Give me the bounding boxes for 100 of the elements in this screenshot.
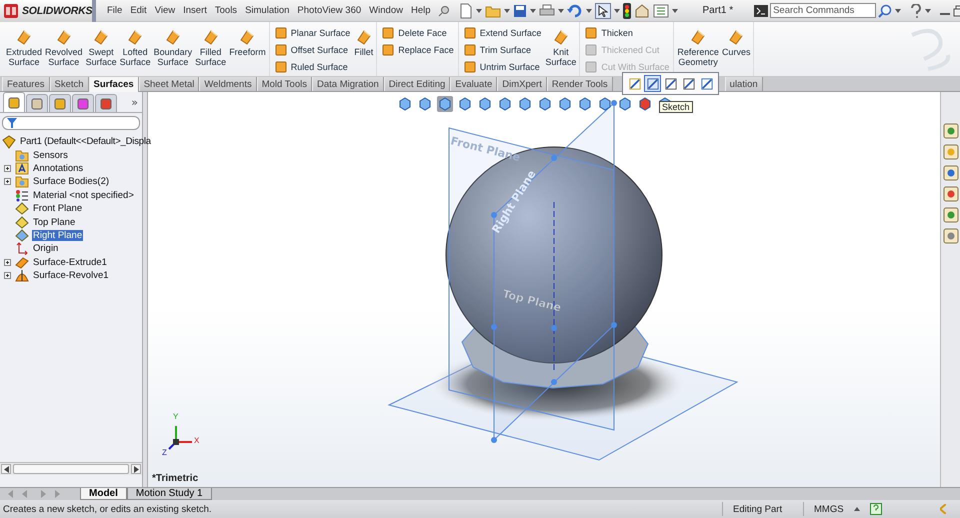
menu-item[interactable]: Help (410, 5, 431, 16)
expand-icon[interactable] (4, 164, 11, 172)
command-tab[interactable]: ulation (724, 77, 763, 91)
menu-item[interactable]: Simulation (245, 5, 290, 16)
command-tab[interactable]: Features (2, 77, 50, 91)
command-tab[interactable]: DimXpert (497, 77, 547, 91)
caret-icon[interactable] (530, 8, 536, 12)
more-button[interactable]: » (131, 96, 138, 108)
task-pane-icon[interactable] (942, 228, 958, 244)
scroll-right-icon[interactable] (134, 466, 138, 472)
view-tool-icon[interactable] (597, 96, 613, 112)
ribbon-button[interactable]: Extend Surface (460, 25, 544, 41)
traffic-light-icon[interactable] (622, 2, 631, 18)
caret-icon[interactable] (672, 8, 678, 12)
ribbon-button[interactable]: Ruled Surface (272, 59, 352, 75)
ribbon-button[interactable]: Delete Face (379, 25, 456, 41)
ribbon-button[interactable]: Planar Surface (272, 25, 352, 41)
tree-item[interactable]: Sensors (32, 150, 69, 161)
view-tool-icon[interactable] (437, 96, 453, 112)
ribbon-button[interactable]: Filled Surface (194, 25, 228, 70)
caret-icon[interactable] (558, 8, 564, 12)
task-pane-icon[interactable] (942, 207, 958, 223)
caret-icon[interactable] (614, 8, 620, 12)
ribbon-button[interactable]: Knit Surface (544, 25, 578, 70)
ribbon-button[interactable]: Thicken (582, 25, 672, 41)
filter-field[interactable] (2, 116, 140, 130)
caret-icon[interactable] (586, 8, 592, 12)
ribbon-button[interactable]: Curves (720, 25, 752, 60)
caret-icon[interactable] (925, 8, 932, 12)
ribbon-button[interactable]: Untrim Surface (460, 59, 544, 75)
ribbon-button[interactable]: Swept Surface (84, 25, 118, 70)
command-tab[interactable]: Weldments (199, 77, 257, 91)
document-tab[interactable]: Model (80, 488, 127, 500)
units-selector[interactable]: MMGS (803, 502, 854, 516)
tree-item[interactable]: Part1 (Default<<Default>_Displa (19, 136, 152, 148)
help-icon[interactable] (910, 4, 922, 18)
tree-item[interactable]: Right Plane (32, 230, 84, 241)
search-icon[interactable] (878, 4, 892, 18)
tree-item[interactable]: Origin (32, 243, 60, 254)
tree-item[interactable]: Material <not specified> (32, 190, 135, 201)
expand-icon[interactable] (4, 258, 11, 266)
caret-icon[interactable] (504, 8, 510, 12)
command-tab[interactable]: Direct Editing (384, 77, 450, 91)
view-tool-icon[interactable] (537, 96, 553, 112)
panel-tab[interactable] (26, 94, 48, 112)
context-tool-button[interactable] (644, 75, 661, 92)
caret-icon[interactable] (476, 8, 482, 12)
command-tab[interactable]: Evaluate (450, 77, 498, 91)
menu-item[interactable]: Insert (183, 5, 207, 16)
ribbon-button[interactable]: Extruded Surface (5, 25, 44, 70)
panel-tab[interactable] (72, 94, 94, 112)
ribbon-button[interactable]: Freeform (228, 25, 267, 60)
expand-icon[interactable] (4, 272, 11, 280)
caret-icon[interactable] (854, 507, 860, 511)
view-tool-icon[interactable] (557, 96, 573, 112)
panel-tab[interactable] (95, 94, 117, 112)
menu-item[interactable]: Window (369, 5, 403, 16)
view-tool-icon[interactable] (397, 96, 413, 112)
ribbon-button[interactable]: Replace Face (379, 42, 456, 58)
scroll-left-icon[interactable] (4, 466, 8, 472)
view-tool-icon[interactable] (577, 96, 593, 112)
document-tab[interactable]: Motion Study 1 (126, 488, 212, 500)
search-field[interactable]: Search Commands (770, 3, 876, 18)
view-tool-icon[interactable] (417, 96, 433, 112)
terminal-icon[interactable] (754, 4, 768, 16)
print-icon[interactable] (538, 4, 555, 18)
ribbon-button[interactable]: Fillet (353, 25, 374, 60)
panel-tab[interactable] (49, 94, 71, 112)
folder-icon[interactable] (484, 4, 501, 18)
command-tab[interactable]: Mold Tools (256, 77, 312, 91)
tree-item[interactable]: Front Plane (32, 203, 84, 214)
task-pane-icon[interactable] (942, 123, 958, 139)
menu-item[interactable]: Edit (130, 5, 147, 16)
command-tab[interactable]: Surfaces (88, 77, 139, 92)
select-button[interactable] (594, 2, 611, 18)
view-tool-icon[interactable] (477, 96, 493, 112)
ribbon-button[interactable]: Revolved Surface (44, 25, 84, 70)
ribbon-button[interactable]: Offset Surface (272, 42, 352, 58)
command-tab[interactable]: Sheet Metal (138, 77, 200, 91)
view-tool-icon[interactable] (617, 96, 633, 112)
horizontal-scrollbar[interactable] (0, 462, 142, 475)
view-tool-icon[interactable] (517, 96, 533, 112)
menu-item[interactable]: View (154, 5, 176, 16)
tree-item[interactable]: Surface Bodies(2) (32, 176, 110, 188)
menu-item[interactable]: PhotoView 360 (297, 5, 362, 16)
help-icon[interactable] (870, 503, 882, 515)
view-tool-icon[interactable] (497, 96, 513, 112)
tree-item[interactable]: Top Plane (32, 216, 76, 228)
command-tab[interactable]: Data Migration (312, 77, 384, 91)
command-tab[interactable]: Sketch (50, 77, 89, 91)
tree-item[interactable]: Annotations (32, 162, 84, 174)
ribbon-button[interactable]: Trim Surface (460, 42, 544, 58)
task-pane-icon[interactable] (942, 144, 958, 160)
new-document-icon[interactable] (458, 2, 473, 18)
panel-tab[interactable] (3, 92, 25, 112)
menu-item[interactable]: Tools (214, 5, 238, 16)
expand-icon[interactable] (4, 178, 11, 186)
caret-icon[interactable] (895, 8, 902, 12)
tree-item[interactable]: Surface-Revolve1 (32, 270, 110, 282)
save-icon[interactable] (512, 4, 527, 18)
